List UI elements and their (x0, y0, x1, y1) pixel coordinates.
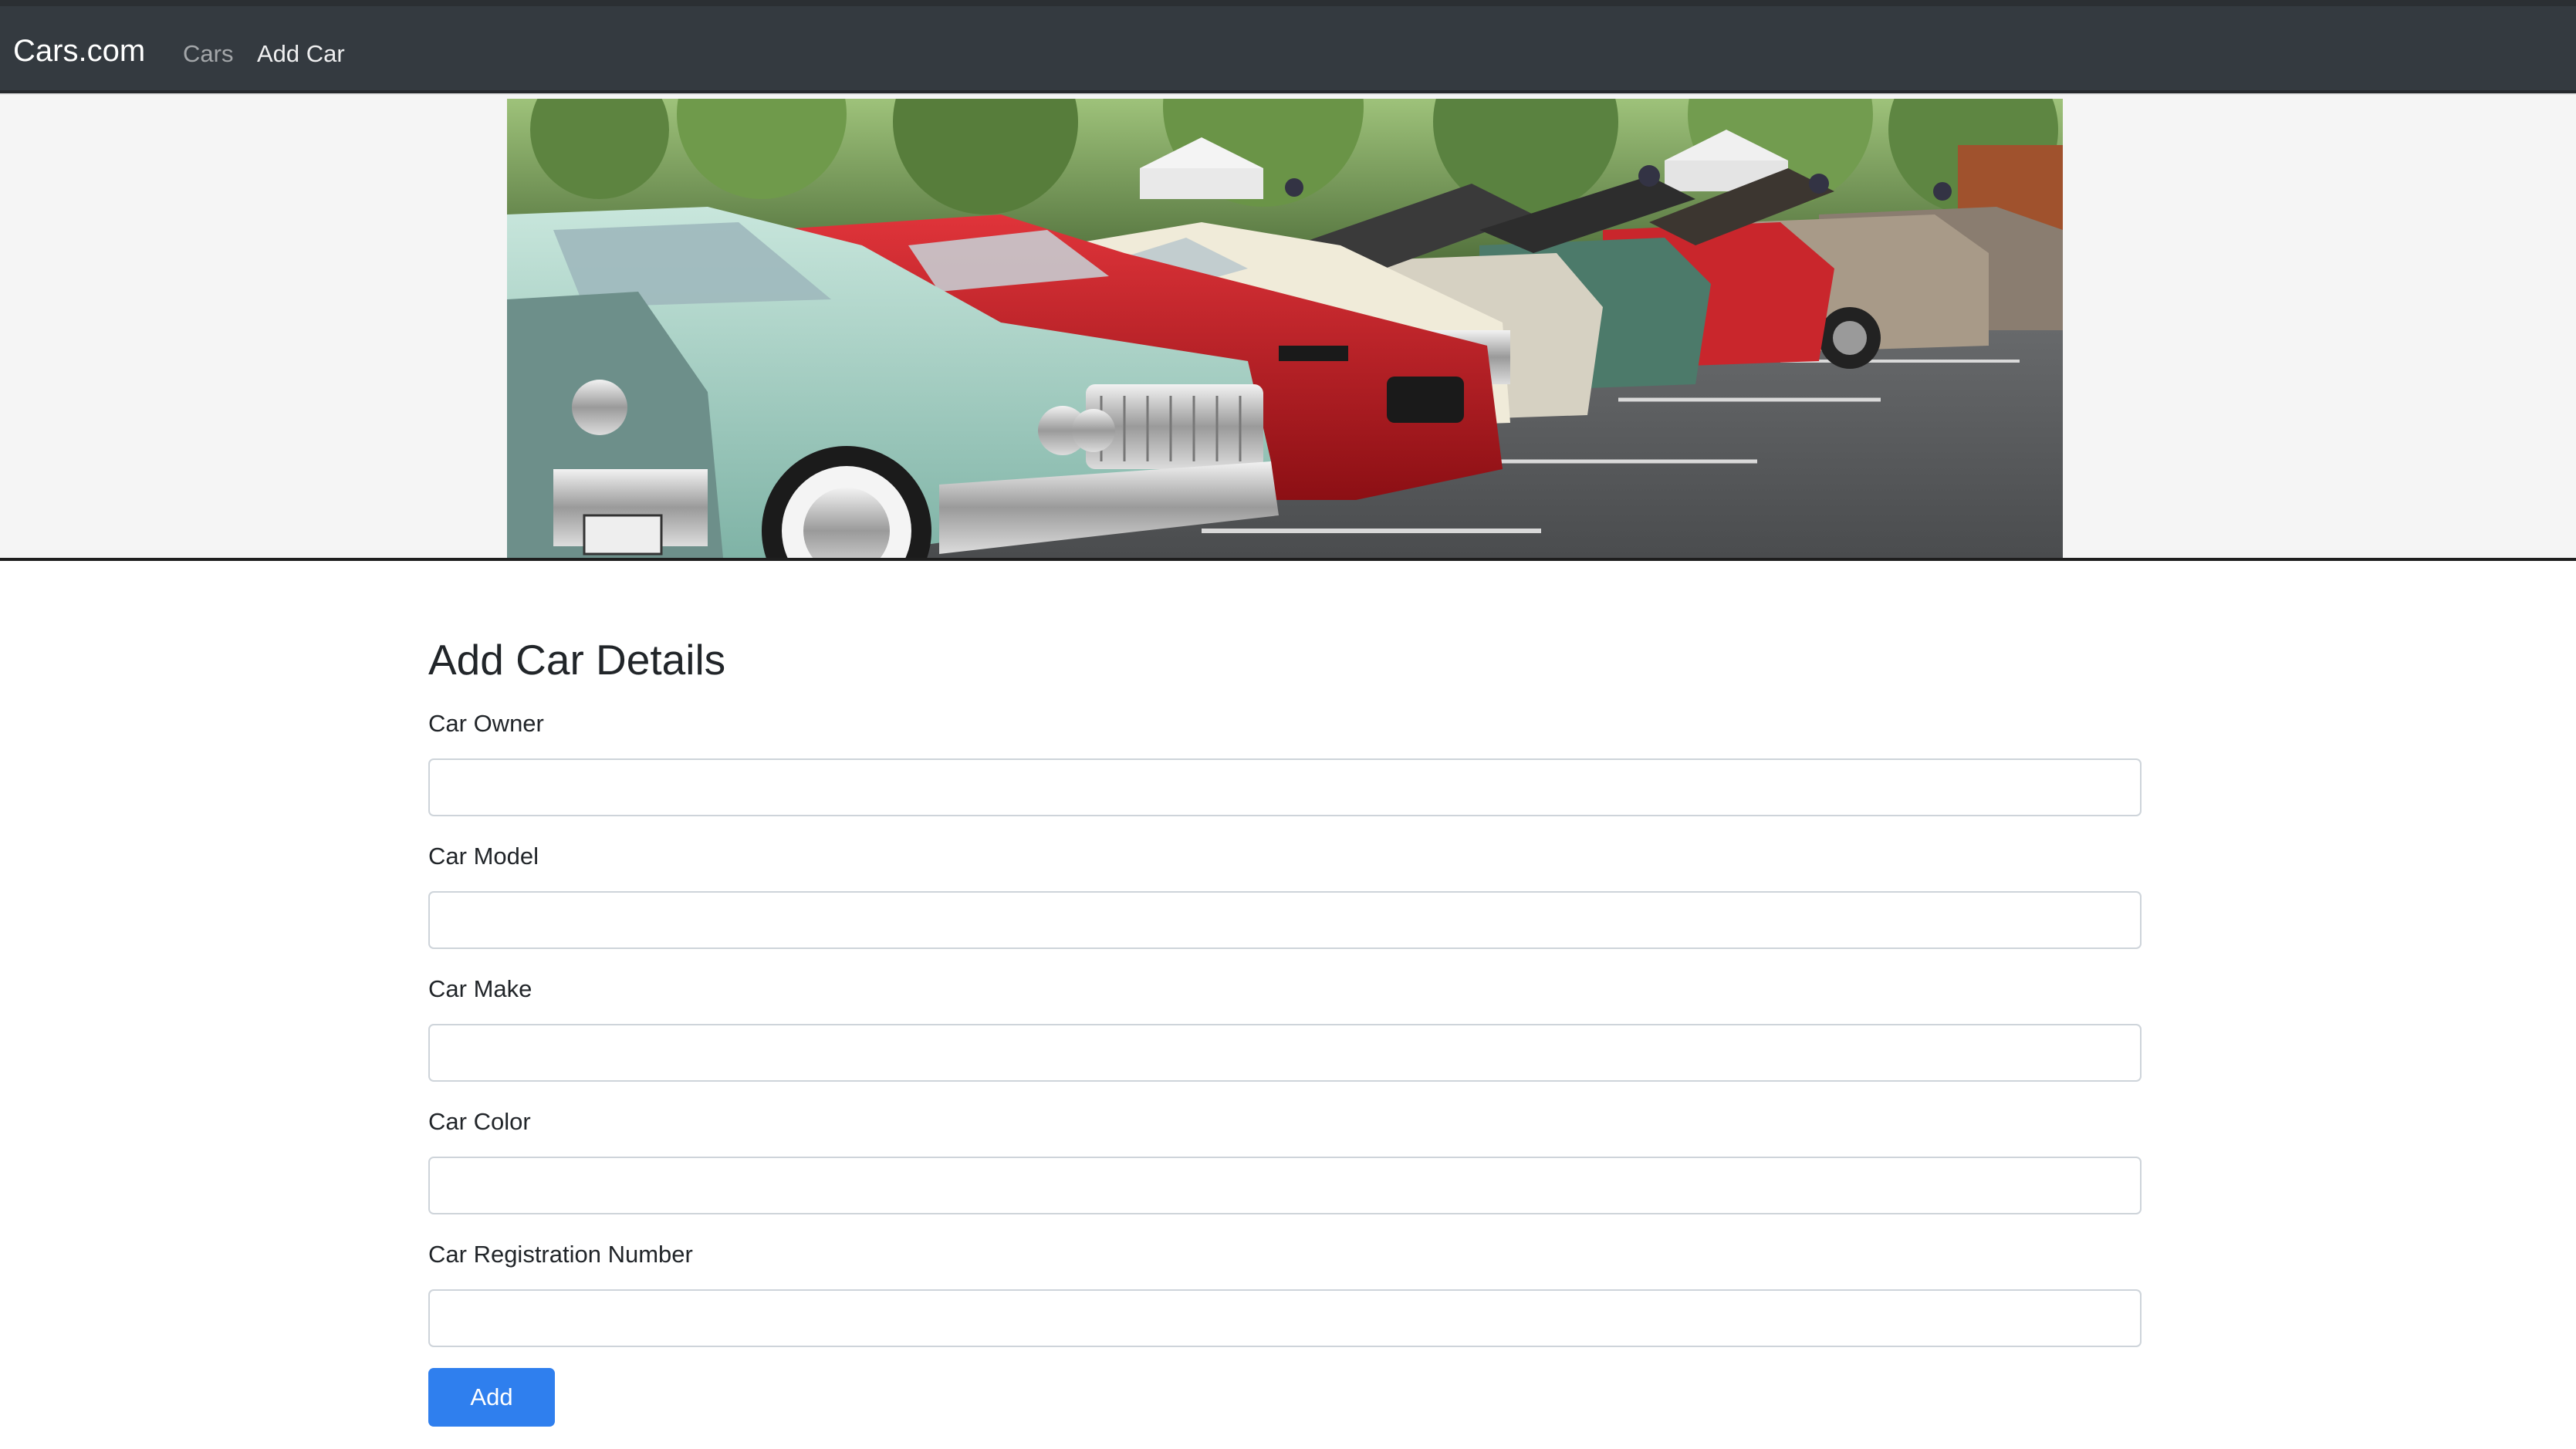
car-owner-input[interactable] (428, 758, 2142, 816)
car-color-label: Car Color (428, 1108, 531, 1135)
car-make-label: Car Make (428, 975, 532, 1002)
car-model-label: Car Model (428, 843, 539, 870)
car-color-input[interactable] (428, 1157, 2142, 1214)
car-make-field-group: Car Make (428, 975, 2142, 1082)
car-color-field-group: Car Color (428, 1108, 2142, 1214)
nav-link-add-car[interactable]: Add Car (257, 40, 345, 68)
car-show-image-svg (507, 99, 2063, 558)
car-model-field-group: Car Model (428, 843, 2142, 949)
add-car-form: Add Car Details Car Owner Car Model Car … (428, 633, 2142, 1449)
hero-banner (0, 93, 2576, 561)
page: Cars.com Cars Add Car Add Car Details Ca… (0, 0, 2576, 1449)
car-owner-field-group: Car Owner (428, 710, 2142, 816)
nav-link-cars[interactable]: Cars (183, 40, 233, 68)
top-navbar: Cars.com Cars Add Car (0, 0, 2576, 93)
car-make-input[interactable] (428, 1024, 2142, 1082)
car-registration-input[interactable] (428, 1289, 2142, 1347)
add-car-button[interactable]: Add Car (428, 1368, 555, 1449)
car-registration-label: Car Registration Number (428, 1241, 693, 1268)
car-show-photo (507, 99, 2063, 558)
form-title: Add Car Details (428, 636, 726, 684)
car-owner-label: Car Owner (428, 710, 544, 737)
brand-link[interactable]: Cars.com (13, 32, 145, 69)
car-model-input[interactable] (428, 891, 2142, 949)
car-registration-field-group: Car Registration Number (428, 1241, 2142, 1347)
